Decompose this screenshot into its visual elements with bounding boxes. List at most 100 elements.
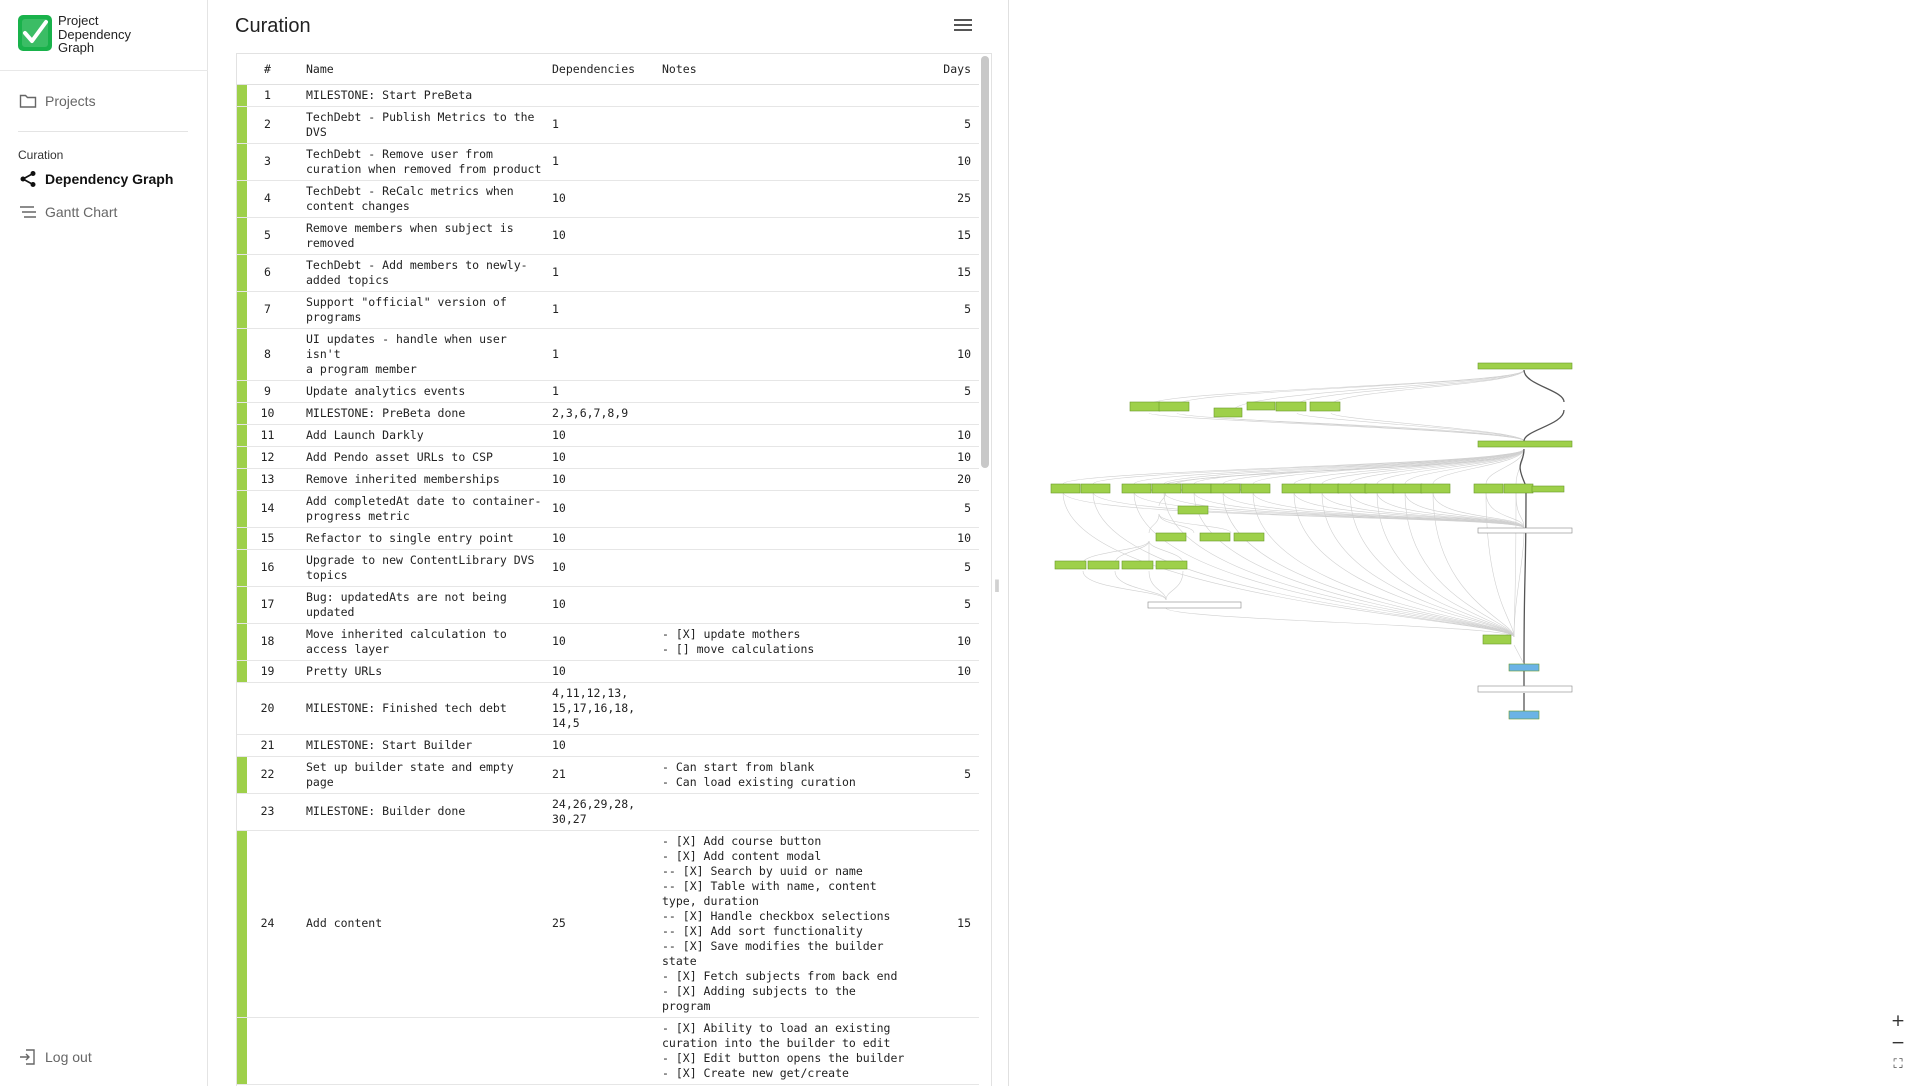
row-days[interactable]: 15 xyxy=(923,254,979,292)
column-header-dependencies[interactable]: Dependencies xyxy=(548,54,658,85)
row-notes[interactable] xyxy=(658,734,923,757)
row-dependencies[interactable]: 21 xyxy=(548,756,658,794)
row-days[interactable] xyxy=(923,682,979,735)
graph-node-task[interactable] xyxy=(1210,483,1241,494)
table-row[interactable]: 18 Move inherited calculation to access l… xyxy=(237,623,979,661)
row-dependencies[interactable]: 1 xyxy=(548,143,658,181)
row-number[interactable]: 21 xyxy=(247,734,292,757)
graph-node-task[interactable] xyxy=(1503,483,1534,494)
row-dependencies[interactable]: 24,26,29,28, 30,27 xyxy=(548,793,658,831)
row-dependencies[interactable] xyxy=(548,84,658,107)
graph-node-task[interactable] xyxy=(1213,407,1243,418)
column-header-name[interactable]: Name xyxy=(292,54,548,85)
graph-node-task[interactable] xyxy=(1281,483,1312,494)
row-dependencies[interactable]: 1 xyxy=(548,291,658,329)
table-row[interactable]: 8 UI updates - handle when user isn't a p… xyxy=(237,328,979,381)
table-row[interactable]: 9 Update analytics events 1 5 xyxy=(237,380,979,403)
row-notes[interactable] xyxy=(658,660,923,683)
row-days[interactable]: 5 xyxy=(923,490,979,528)
table-row[interactable]: 17 Bug: updatedAts are not being updated 1… xyxy=(237,586,979,624)
graph-node-task[interactable] xyxy=(1309,401,1341,412)
row-notes[interactable] xyxy=(658,793,923,831)
graph-node-task[interactable] xyxy=(1054,560,1087,570)
table-row[interactable]: - [X] Ability to load an existing curati… xyxy=(237,1017,979,1085)
table-row[interactable]: 21 MILESTONE: Start Builder 10 xyxy=(237,734,979,757)
row-notes[interactable]: - [X] Ability to load an existing curati… xyxy=(658,1017,923,1085)
row-dependencies[interactable]: 10 xyxy=(548,217,658,255)
graph-node-milestone[interactable] xyxy=(1508,663,1540,672)
graph-node-task[interactable] xyxy=(1155,560,1188,570)
table-row[interactable]: 3 TechDebt - Remove user from curation wh… xyxy=(237,143,979,181)
row-name[interactable]: Upgrade to new ContentLibrary DVS topics xyxy=(292,549,548,587)
row-name[interactable]: Add Pendo asset URLs to CSP xyxy=(292,446,548,469)
row-notes[interactable] xyxy=(658,291,923,329)
graph-node-task[interactable] xyxy=(1087,560,1120,570)
graph-node-milestone[interactable] xyxy=(1477,685,1573,693)
row-dependencies[interactable]: 10 xyxy=(548,623,658,661)
row-name[interactable]: Move inherited calculation to access lay… xyxy=(292,623,548,661)
row-dependencies[interactable]: 10 xyxy=(548,586,658,624)
row-dependencies[interactable]: 10 xyxy=(548,468,658,491)
column-header-number[interactable]: # xyxy=(247,54,292,85)
table-row[interactable]: 1 MILESTONE: Start PreBeta xyxy=(237,84,979,107)
table-row[interactable]: 16 Upgrade to new ContentLibrary DVS topi… xyxy=(237,549,979,587)
row-days[interactable]: 25 xyxy=(923,180,979,218)
row-number[interactable]: 10 xyxy=(247,402,292,425)
graph-node-task[interactable] xyxy=(1473,483,1504,494)
row-name[interactable]: Pretty URLs xyxy=(292,660,548,683)
row-name[interactable]: TechDebt - Add members to newly- added t… xyxy=(292,254,548,292)
graph-node-start-prebeta[interactable] xyxy=(1477,362,1573,370)
graph-node-prebeta-done[interactable] xyxy=(1477,440,1573,448)
graph-node-builder-done[interactable] xyxy=(1147,601,1242,609)
table-row[interactable]: 7 Support "official" version of programs 1… xyxy=(237,291,979,329)
row-name[interactable]: Add completedAt date to container- progr… xyxy=(292,490,548,528)
row-dependencies[interactable]: 10 xyxy=(548,424,658,447)
row-days[interactable]: 20 xyxy=(923,468,979,491)
row-days[interactable]: 10 xyxy=(923,623,979,661)
fit-view-button[interactable]: ⛶ xyxy=(1886,1054,1910,1076)
row-name[interactable]: Update analytics events xyxy=(292,380,548,403)
graph-node-task[interactable] xyxy=(1050,483,1081,494)
row-days[interactable]: 5 xyxy=(923,756,979,794)
graph-node-task[interactable] xyxy=(1199,532,1231,542)
row-number[interactable]: 2 xyxy=(247,106,292,144)
graph-node-task[interactable] xyxy=(1158,401,1190,412)
row-number[interactable]: 8 xyxy=(247,328,292,381)
table-row[interactable]: 2 TechDebt - Publish Metrics to the DVS 1 5 xyxy=(237,106,979,144)
row-notes[interactable] xyxy=(658,682,923,735)
row-notes[interactable] xyxy=(658,549,923,587)
row-number[interactable]: 13 xyxy=(247,468,292,491)
graph-node-task[interactable] xyxy=(1531,485,1565,493)
column-header-days[interactable]: Days xyxy=(923,54,979,85)
row-notes[interactable] xyxy=(658,424,923,447)
sidebar-item-projects[interactable]: Projects xyxy=(18,90,96,112)
row-number[interactable]: 24 xyxy=(247,830,292,1018)
table-scrollbar[interactable] xyxy=(981,56,989,468)
row-name[interactable]: MILESTONE: Start PreBeta xyxy=(292,84,548,107)
graph-node-task[interactable] xyxy=(1337,483,1368,494)
row-number[interactable]: 6 xyxy=(247,254,292,292)
row-dependencies[interactable]: 10 xyxy=(548,446,658,469)
row-dependencies[interactable]: 1 xyxy=(548,254,658,292)
row-name[interactable]: Add Launch Darkly xyxy=(292,424,548,447)
row-notes[interactable] xyxy=(658,527,923,550)
column-header-notes[interactable]: Notes xyxy=(658,54,923,85)
row-number[interactable]: 18 xyxy=(247,623,292,661)
row-notes[interactable] xyxy=(658,380,923,403)
logout-button[interactable]: Log out xyxy=(18,1046,92,1068)
row-name[interactable]: TechDebt - Publish Metrics to the DVS xyxy=(292,106,548,144)
row-number[interactable]: 7 xyxy=(247,291,292,329)
table-row[interactable]: 12 Add Pendo asset URLs to CSP 10 10 xyxy=(237,446,979,469)
row-dependencies[interactable]: 1 xyxy=(548,328,658,381)
graph-node-task[interactable] xyxy=(1364,483,1395,494)
row-number[interactable]: 5 xyxy=(247,217,292,255)
row-days[interactable]: 5 xyxy=(923,106,979,144)
graph-node-task[interactable] xyxy=(1177,505,1209,515)
row-number[interactable]: 20 xyxy=(247,682,292,735)
row-days[interactable] xyxy=(923,84,979,107)
dependency-graph-canvas[interactable] xyxy=(1009,0,1920,1086)
graph-node-finished-tech-debt[interactable] xyxy=(1477,527,1573,534)
graph-node-task[interactable] xyxy=(1309,483,1340,494)
table-row[interactable]: 10 MILESTONE: PreBeta done 2,3,6,7,8,9 xyxy=(237,402,979,425)
hamburger-menu-button[interactable] xyxy=(951,16,975,36)
